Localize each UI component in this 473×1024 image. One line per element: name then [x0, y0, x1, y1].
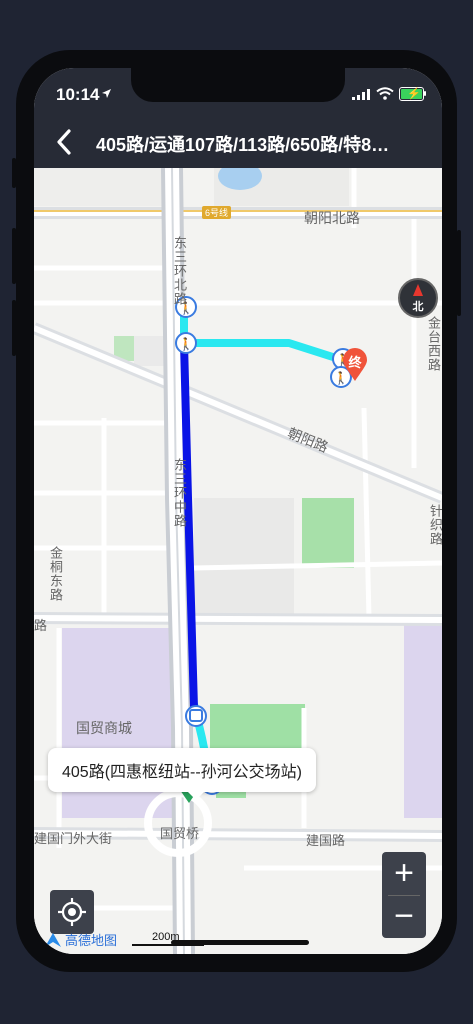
nav-bar: 405路/运通107路/113路/650路/特8… [34, 114, 442, 168]
mute-switch [12, 158, 16, 188]
volume-up-button [12, 228, 16, 284]
amap-logo-icon [45, 932, 61, 947]
label-guomao-mall: 国贸商城 [76, 720, 132, 736]
label-zhenzhi-road: 针织路 [428, 504, 442, 546]
status-time: 10:14 [56, 85, 100, 104]
route-title: 405路/运通107路/113路/650路/特8… [96, 135, 390, 155]
bus-stop-icon [185, 705, 207, 727]
location-arrow-icon [102, 89, 111, 98]
walk-marker-icon: 🚶 [175, 332, 197, 354]
home-indicator[interactable] [171, 940, 309, 945]
label-road-fragment: 路 [34, 618, 48, 633]
label-jintong-east-road: 金桐东路 [48, 546, 63, 602]
label-jintai-west-road: 金台西路 [426, 316, 441, 372]
locate-crosshair-icon [58, 898, 86, 926]
label-guomao-bridge: 国贸桥 [160, 826, 200, 841]
map-view[interactable]: 🚶 🚶 🚶 🚶 🚶 朝阳北路 [34, 168, 442, 954]
zoom-in-button[interactable]: + [382, 852, 426, 895]
wifi-icon [376, 87, 394, 100]
power-button [457, 230, 461, 316]
label-chaoyang-north-road: 朝阳北路 [304, 210, 360, 226]
end-pin-label: 终 [348, 355, 362, 370]
label-jianguo-road: 建国路 [306, 833, 346, 848]
locate-me-button[interactable] [50, 890, 94, 934]
volume-down-button [12, 300, 16, 356]
label-east-3rd-ring-north: 东三环北路 [172, 236, 187, 306]
cellular-signal-icon [352, 89, 370, 100]
back-chevron-icon[interactable] [52, 128, 78, 156]
battery-cap [424, 91, 426, 96]
label-metro-line-6: 6号线 [202, 206, 232, 219]
label-east-3rd-ring-mid: 东三环中路 [172, 458, 187, 528]
battery-icon: ⚡ [399, 87, 424, 101]
amap-logo: 高德地图 [44, 930, 117, 949]
route-info-bubble[interactable]: 405路(四惠枢纽站--孙河公交场站) [48, 748, 317, 800]
compass-button[interactable]: 北 [398, 278, 438, 318]
route-info-text: 405路(四惠枢纽站--孙河公交场站) [62, 764, 303, 781]
screen: 10:14 ⚡ 405路/运通107路/113路/650路/特8… 🚶 🚶 🚶 … [34, 68, 442, 954]
park-area [302, 498, 354, 568]
amap-logo-text: 高德地图 [65, 933, 118, 948]
label-jianguomenwai-street: 建国门外大街 [34, 831, 113, 846]
compass-north-label: 北 [412, 301, 424, 313]
svg-text:🚶: 🚶 [179, 337, 194, 351]
zoom-out-button[interactable]: − [382, 895, 426, 938]
zoom-control: + − [382, 852, 426, 938]
end-pin[interactable]: 终 [342, 348, 368, 382]
notch [131, 68, 345, 102]
